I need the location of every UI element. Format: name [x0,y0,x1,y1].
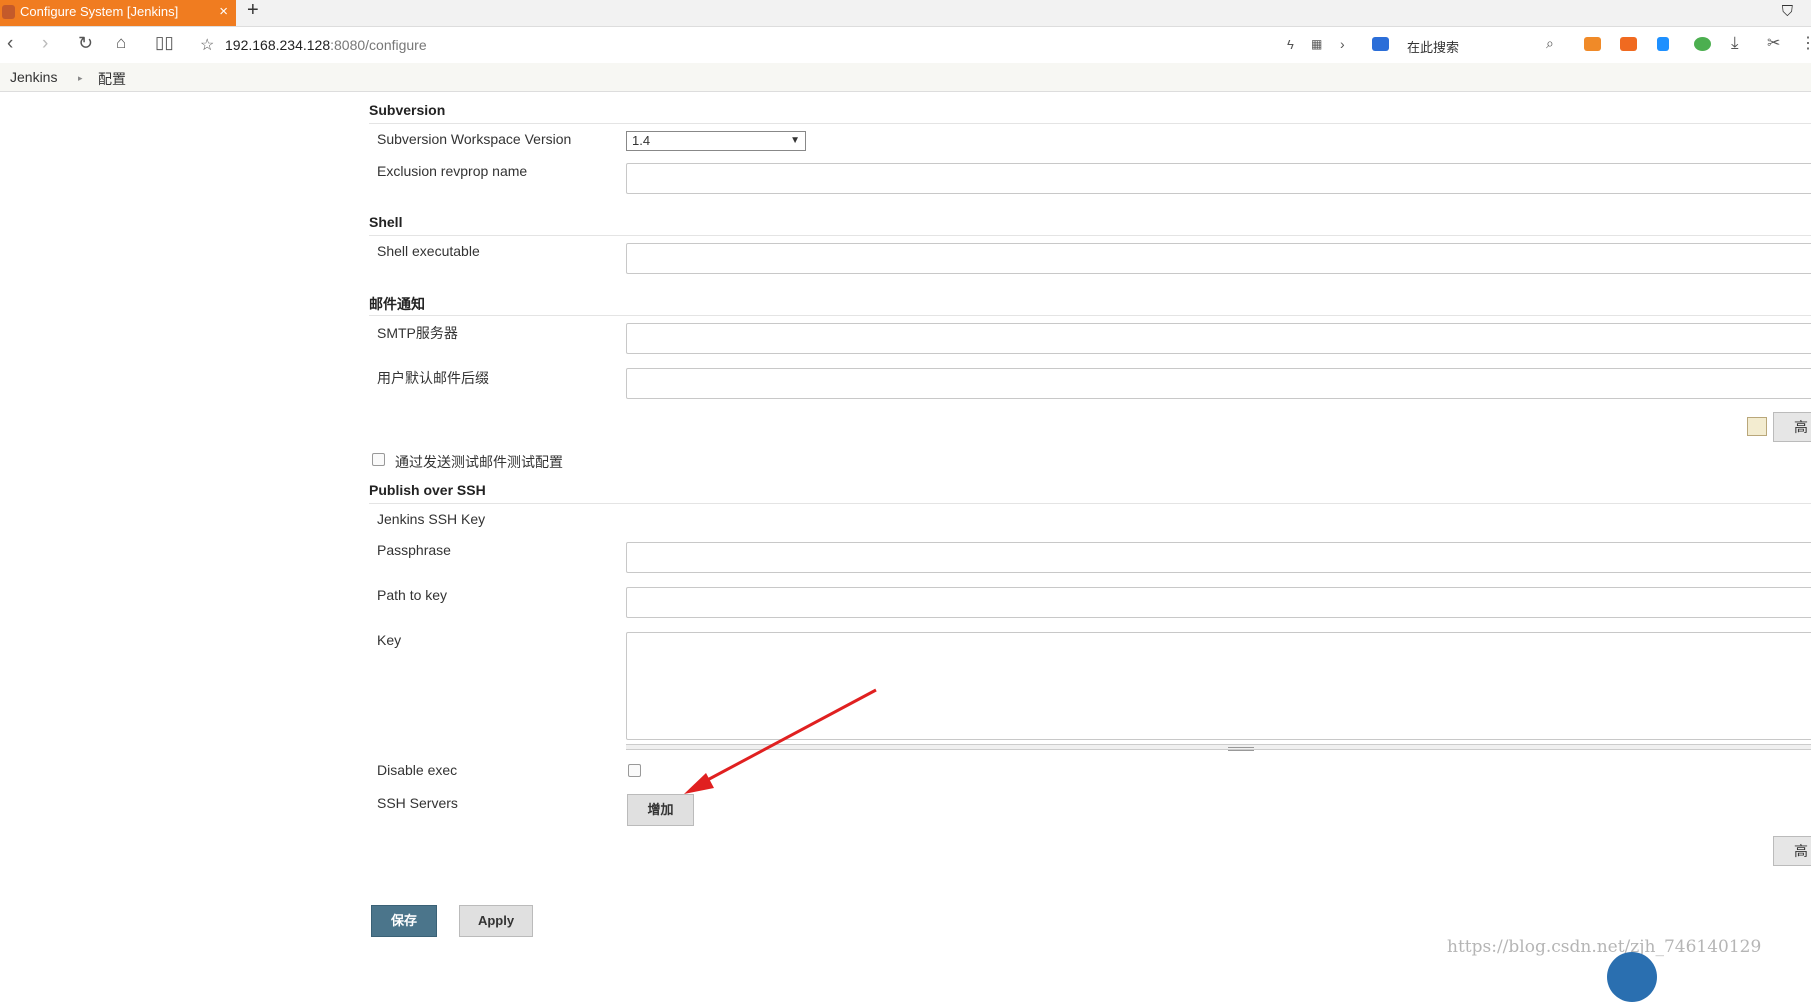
annotation-arrow-icon [684,688,877,794]
apply-button[interactable]: Apply [459,905,533,937]
avatar-icon[interactable] [1607,952,1657,1002]
watermark-text: https://blog.csdn.net/zjh_746140129 [1447,937,1762,957]
save-button[interactable]: 保存 [371,905,437,937]
